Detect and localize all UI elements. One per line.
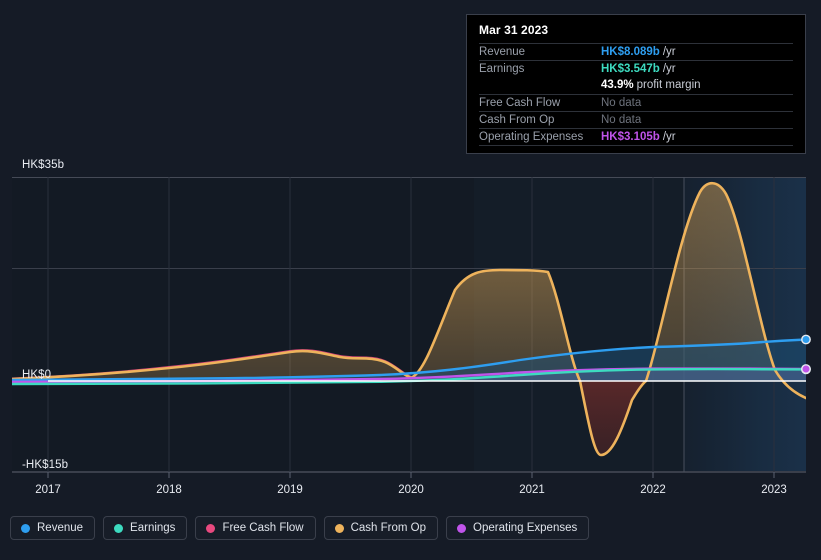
legend-dot-cash-from-op-icon: [334, 523, 344, 533]
tooltip-value-operating-expenses: HK$3.105b: [601, 131, 660, 143]
legend-label-revenue: Revenue: [37, 522, 84, 534]
y-axis-label-bottom: -HK$15b: [22, 459, 69, 471]
legend-item-operating-expenses[interactable]: Operating Expenses: [446, 516, 590, 540]
legend-dot-free-cash-flow-icon: [206, 523, 216, 533]
legend-label-earnings: Earnings: [130, 522, 176, 534]
legend-label-cash-from-op: Cash From Op: [350, 522, 427, 534]
tooltip-label-operating-expenses: Operating Expenses: [479, 131, 584, 143]
y-axis-label-top: HK$35b: [22, 159, 65, 171]
tooltip-value-profit-margin: 43.9%: [601, 79, 634, 91]
tooltip-value-free-cash-flow: No data: [601, 97, 642, 109]
tooltip-label-revenue: Revenue: [479, 46, 526, 58]
tooltip-suffix-operating-expenses: /yr: [662, 131, 676, 143]
legend-dot-revenue-icon: [21, 523, 30, 533]
tooltip-label-free-cash-flow: Free Cash Flow: [479, 97, 561, 109]
legend-item-free-cash-flow[interactable]: Free Cash Flow: [195, 516, 316, 540]
x-axis-label-2023: 2023: [761, 484, 787, 496]
legend-dot-operating-expenses-icon: [457, 523, 467, 533]
endpoint-marker-revenue[interactable]: [801, 334, 811, 345]
legend-item-cash-from-op[interactable]: Cash From Op: [323, 516, 439, 540]
tooltip-row-profit-margin: 43.9% profit margin: [479, 77, 793, 94]
tooltip-value-revenue: HK$8.089b: [601, 46, 660, 58]
tooltip-value-cash-from-op: No data: [601, 114, 642, 126]
tooltip-suffix-earnings: /yr: [662, 63, 676, 75]
financial-chart-page: HK$35b HK$0 -HK$15b 2017 2018 2019 2020 …: [0, 0, 821, 560]
tooltip-label-profit-margin: profit margin: [636, 79, 701, 91]
tooltip-row-earnings: Earnings HK$3.547b /yr: [479, 60, 793, 77]
endpoint-marker-operating-expenses[interactable]: [801, 364, 811, 374]
tooltip-bottom-divider: [479, 145, 793, 146]
legend-item-earnings[interactable]: Earnings: [103, 516, 188, 540]
tooltip-value-earnings: HK$3.547b: [601, 63, 660, 75]
legend-label-operating-expenses: Operating Expenses: [473, 522, 578, 534]
tooltip-row-revenue: Revenue HK$8.089b /yr: [479, 43, 793, 60]
tooltip-row-free-cash-flow: Free Cash Flow No data: [479, 94, 793, 111]
legend-item-revenue[interactable]: Revenue: [10, 516, 96, 540]
tooltip-label-earnings: Earnings: [479, 63, 525, 75]
tooltip-suffix-revenue: /yr: [662, 46, 676, 58]
legend-dot-earnings-icon: [114, 523, 124, 533]
data-tooltip: Mar 31 2023 Revenue HK$8.089b /yr Earnin…: [466, 14, 806, 154]
x-axis-label-2020: 2020: [398, 484, 424, 496]
x-axis-label-2017: 2017: [35, 484, 61, 496]
chart-legend: Revenue Earnings Free Cash Flow Cash Fro…: [10, 516, 590, 540]
x-axis-label-2018: 2018: [156, 484, 182, 496]
x-axis-label-2022: 2022: [640, 484, 666, 496]
legend-label-free-cash-flow: Free Cash Flow: [222, 522, 304, 534]
x-axis-label-2019: 2019: [277, 484, 303, 496]
tooltip-row-operating-expenses: Operating Expenses HK$3.105b /yr: [479, 128, 793, 145]
chart-region[interactable]: HK$35b HK$0 -HK$15b 2017 2018 2019 2020 …: [0, 0, 821, 505]
tooltip-label-cash-from-op: Cash From Op: [479, 114, 555, 126]
tooltip-date: Mar 31 2023: [479, 23, 549, 37]
x-axis-label-2021: 2021: [519, 484, 545, 496]
y-axis-label-zero: HK$0: [22, 369, 52, 381]
tooltip-row-cash-from-op: Cash From Op No data: [479, 111, 793, 128]
